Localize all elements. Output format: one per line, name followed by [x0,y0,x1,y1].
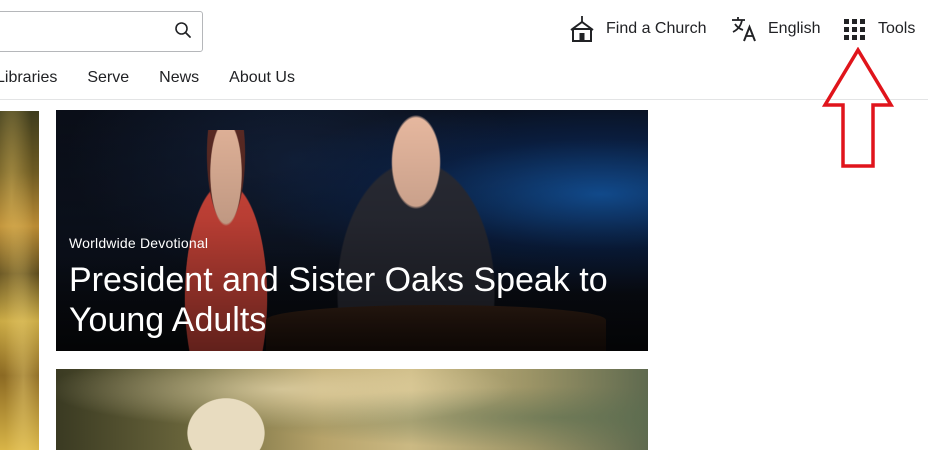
language-selector[interactable]: English [730,14,820,44]
annotation-arrow [822,47,894,168]
main-navigation: Libraries Serve News About Us [0,67,325,89]
feature-card-light [56,369,648,450]
church-icon [568,15,596,43]
search-input[interactable] [3,18,167,46]
feature-card-image[interactable] [56,369,648,450]
translate-icon [730,15,758,43]
nav-item-news[interactable]: News [159,69,199,87]
hero-headline[interactable]: President and Sister Oaks Speak to Young… [69,260,629,340]
find-a-church-label: Find a Church [606,20,707,37]
search-icon [174,21,192,44]
hero-kicker: Worldwide Devotional [69,235,209,251]
feature-card-figure [166,379,286,450]
tools-menu-button[interactable]: Tools [844,14,915,44]
header-divider [0,99,928,100]
nav-item-libraries[interactable]: Libraries [0,69,57,87]
language-label: English [768,20,821,37]
hero-card[interactable]: Worldwide Devotional President and Siste… [56,110,648,351]
nav-item-about-us[interactable]: About Us [229,69,295,87]
search-field[interactable] [0,11,203,52]
grid-icon [844,18,865,40]
nav-item-serve[interactable]: Serve [87,69,129,87]
search-button[interactable] [172,21,194,43]
side-card-image[interactable] [0,111,39,450]
find-a-church-link[interactable]: Find a Church [568,14,707,44]
tools-label: Tools [878,20,916,37]
